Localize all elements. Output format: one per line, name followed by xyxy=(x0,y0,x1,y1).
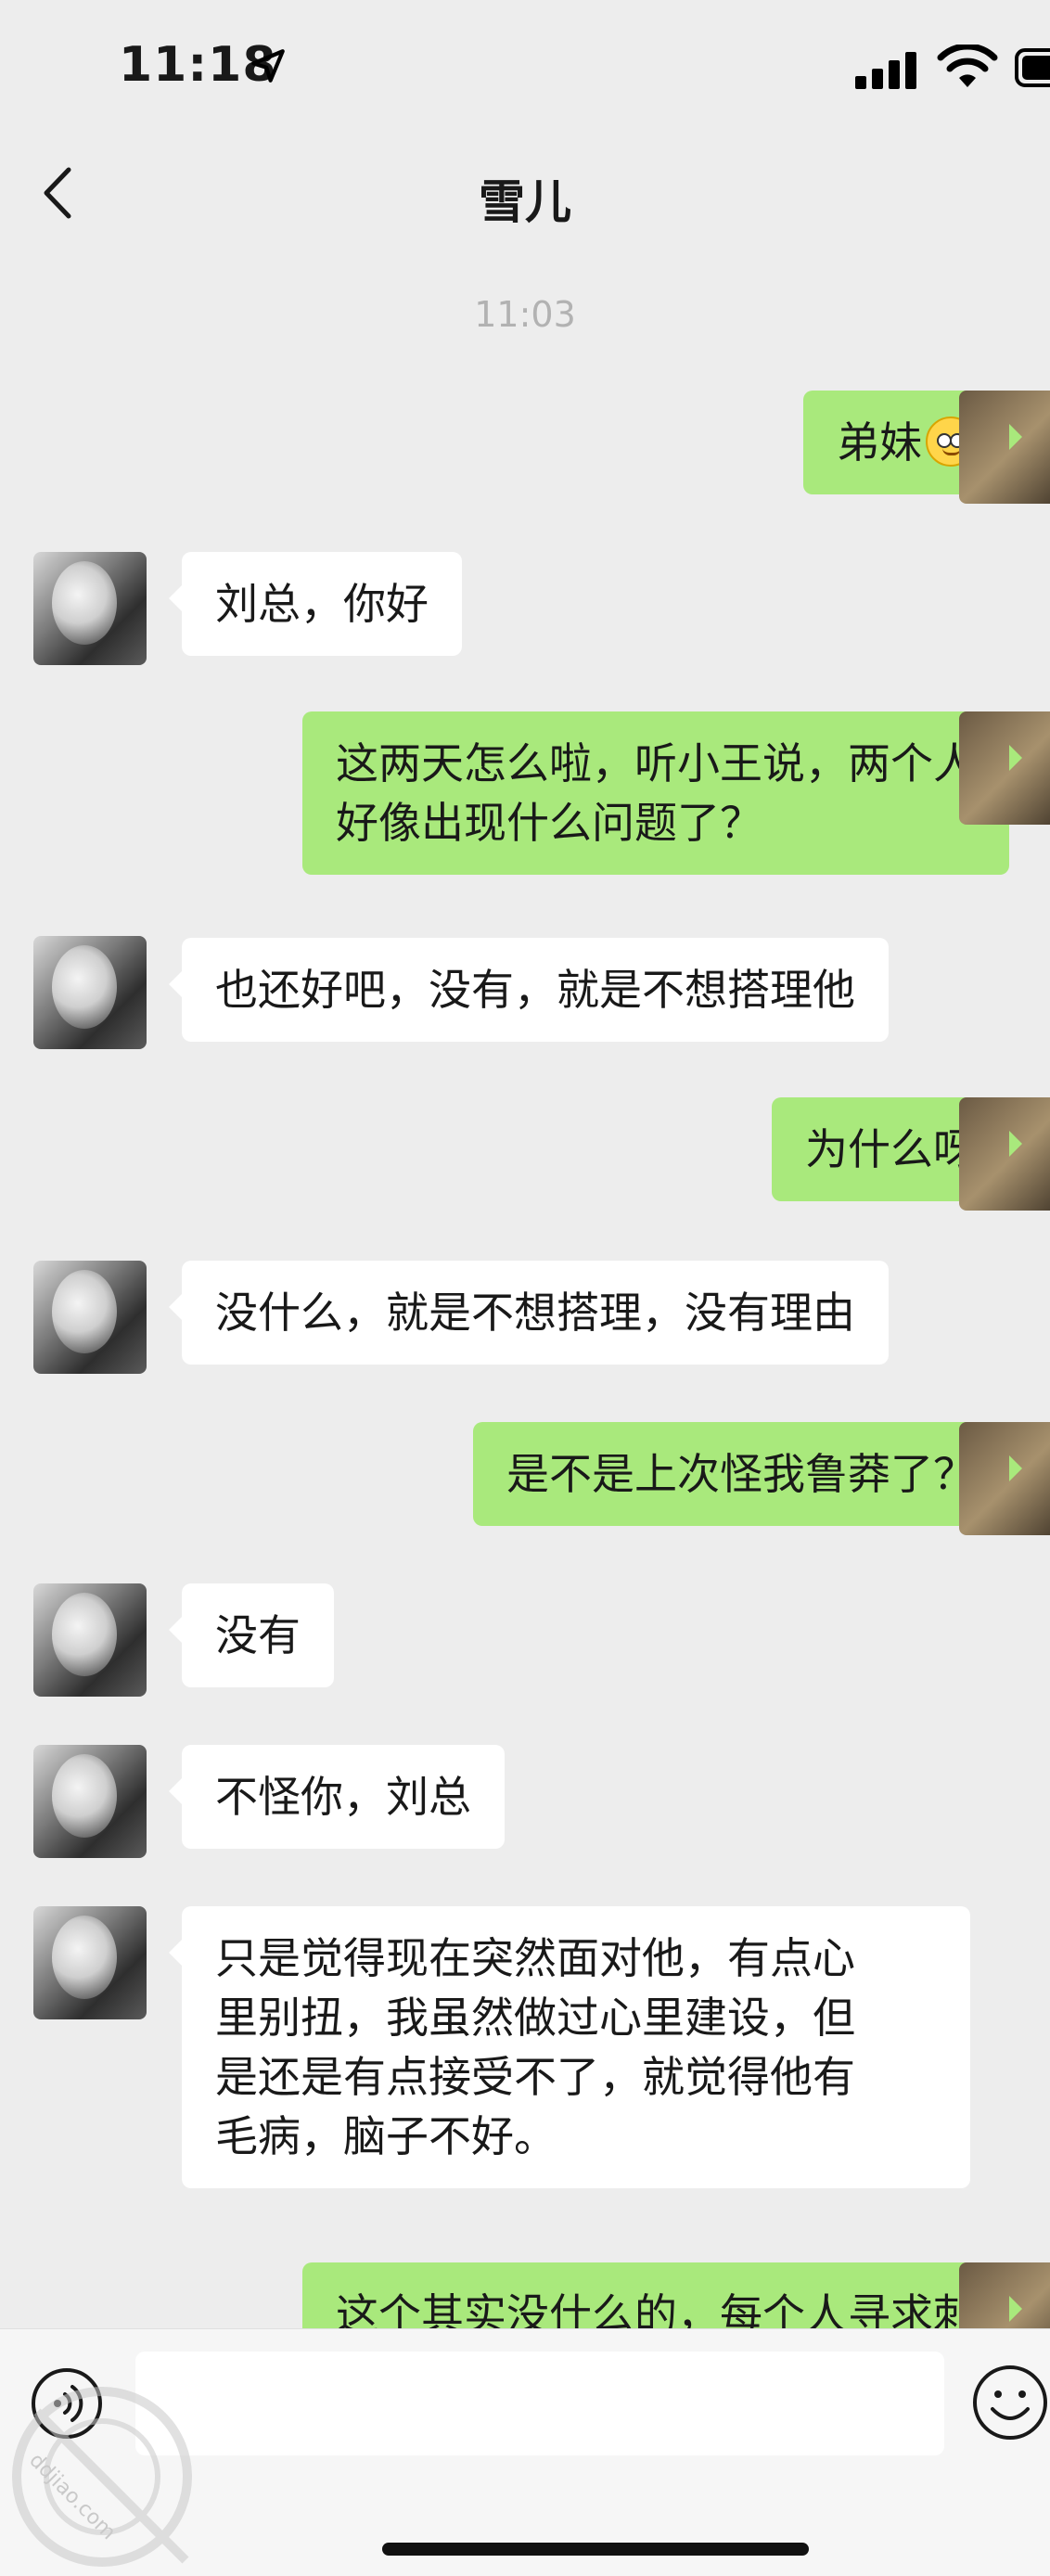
message-text: 弟妹 xyxy=(837,417,922,468)
contact-avatar[interactable] xyxy=(33,1583,147,1697)
message-bubble-other[interactable]: 刘总，你好 xyxy=(169,552,462,656)
contact-avatar[interactable] xyxy=(33,1261,147,1374)
home-indicator xyxy=(382,2543,809,2556)
message-bubble-self[interactable]: 这两天怎么啦，听小王说，两个人 好像出现什么问题了？ xyxy=(302,711,1050,875)
message-text: 没什么，就是不想搭理，没有理由 xyxy=(215,1288,855,1338)
cellular-signal-icon xyxy=(855,52,916,89)
message-bubble-self[interactable]: 弟妹 xyxy=(803,391,1050,504)
message-text-line: 是还是有点接受不了，就觉得他有 xyxy=(215,2052,855,2102)
chat-timestamp: 11:03 xyxy=(474,294,576,335)
contact-avatar[interactable] xyxy=(33,936,147,1049)
message-input[interactable] xyxy=(135,2352,944,2455)
chat-title: 雪儿 xyxy=(479,175,571,229)
message-bubble-self[interactable]: 这个其实没什么的，每个人寻求刺 xyxy=(302,2262,1050,2328)
message-text-line: 只是觉得现在突然面对他，有点心 xyxy=(215,1933,855,1983)
message-text: 没有 xyxy=(215,1610,301,1660)
message-text-line: 好像出现什么问题了？ xyxy=(336,798,762,848)
message-bubble-other[interactable]: 不怪你，刘总 xyxy=(169,1745,505,1849)
self-avatar[interactable] xyxy=(959,711,1050,825)
status-bar: 11:18 xyxy=(0,0,1050,139)
battery-icon xyxy=(1015,48,1050,87)
emoji-face-icon[interactable] xyxy=(970,2363,1050,2442)
message-text-line: 里别扭，我虽然做过心里建设，但 xyxy=(215,1993,855,2043)
self-avatar[interactable] xyxy=(959,1422,1050,1535)
self-avatar[interactable] xyxy=(959,1097,1050,1211)
message-text: 为什么呀 xyxy=(805,1124,976,1174)
location-arrow-icon xyxy=(251,49,285,83)
message-text: 不怪你，刘总 xyxy=(215,1772,471,1822)
self-avatar[interactable] xyxy=(959,2262,1050,2328)
chat-area[interactable]: 11:03 弟妹 刘总，你好 这两天怎么啦，听小王说，两个人 好像出现什么问题了… xyxy=(0,246,1050,2328)
wifi-icon xyxy=(937,45,998,87)
message-bubble-other[interactable]: 没什么，就是不想搭理，没有理由 xyxy=(169,1261,889,1365)
message-text-line: 毛病，脑子不好。 xyxy=(215,2111,557,2161)
message-text: 也还好吧，没有，就是不想搭理他 xyxy=(215,965,855,1015)
message-bubble-self[interactable]: 为什么呀 xyxy=(772,1097,1050,1211)
contact-avatar[interactable] xyxy=(33,1745,147,1858)
message-bubble-other[interactable]: 只是觉得现在突然面对他，有点心 里别扭，我虽然做过心里建设，但 是还是有点接受不… xyxy=(169,1906,970,2188)
contact-avatar[interactable] xyxy=(33,1906,147,2019)
contact-avatar[interactable] xyxy=(33,552,147,665)
nav-bar: 雪儿 xyxy=(0,139,1050,246)
message-text-line: 这两天怎么啦，听小王说，两个人 xyxy=(336,738,976,788)
message-bubble-self[interactable]: 是不是上次怪我鲁莽了？ xyxy=(473,1422,1050,1535)
self-avatar[interactable] xyxy=(959,391,1050,504)
message-bubble-other[interactable]: 也还好吧，没有，就是不想搭理他 xyxy=(169,938,889,1042)
message-text: 是不是上次怪我鲁莽了？ xyxy=(506,1449,976,1499)
message-text: 刘总，你好 xyxy=(215,579,429,629)
message-text: 这个其实没什么的，每个人寻求刺 xyxy=(336,2289,976,2328)
message-bubble-other[interactable]: 没有 xyxy=(169,1583,334,1687)
